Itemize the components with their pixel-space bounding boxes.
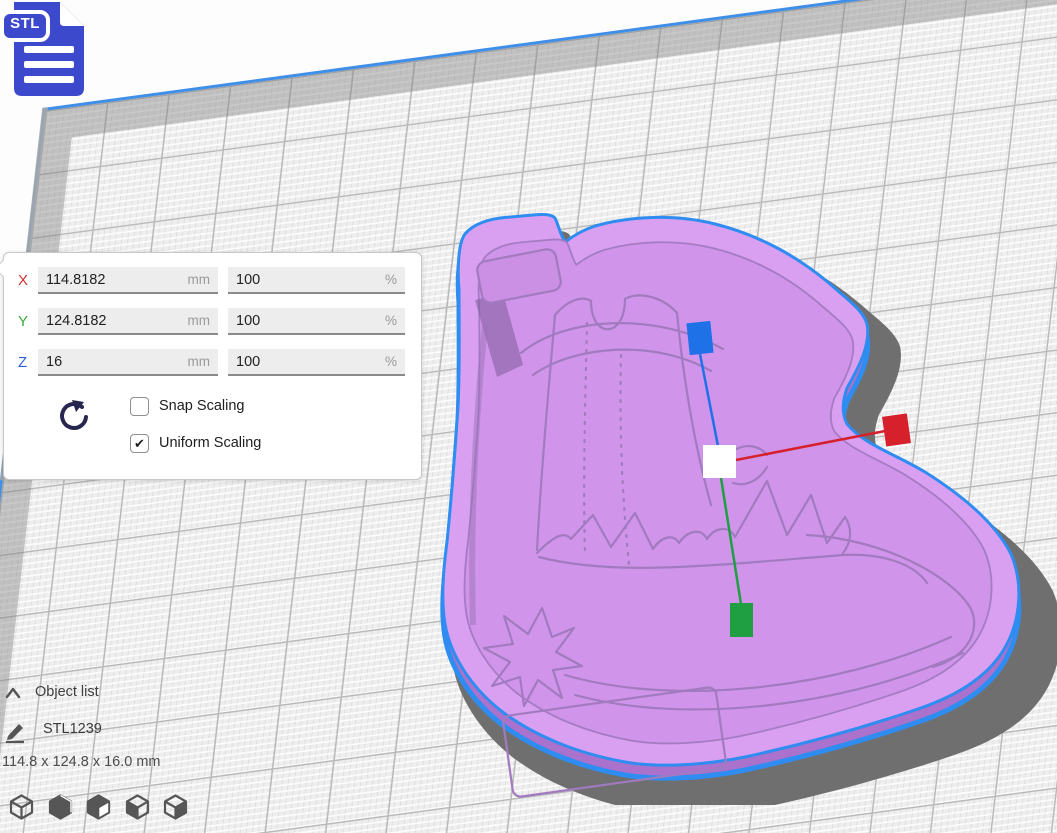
scale-row-z: Z 16 mm 100 %: [18, 349, 407, 376]
x-percent-input[interactable]: 100 %: [228, 267, 405, 294]
view-button-top[interactable]: [85, 793, 112, 821]
y-scale-handle[interactable]: [730, 603, 753, 637]
scale-options: Snap Scaling ✔ Uniform Scaling: [18, 390, 407, 480]
uniform-scaling-checkbox[interactable]: ✔: [130, 434, 149, 453]
model-cavity-floor: [464, 240, 991, 744]
z-percent-unit: %: [385, 354, 397, 369]
view-button-left[interactable]: [124, 793, 151, 821]
uniform-scaling-checkmark: ✔: [134, 437, 145, 450]
z-axis-label: Z: [18, 354, 38, 371]
z-mm-unit: mm: [188, 354, 211, 369]
object-dimensions: 114.8 x 124.8 x 16.0 mm: [2, 754, 161, 770]
collapse-caret-icon[interactable]: [5, 686, 21, 700]
model-cowboy-boot-mold[interactable]: [415, 205, 1057, 805]
x-axis-label: X: [18, 272, 38, 289]
x-percent-value: 100: [236, 272, 260, 288]
cura-prepare-viewport: STL X 114.8182 mm 100 % Y 124.8182 mm: [0, 0, 1057, 833]
stl-badge-label: STL: [4, 15, 46, 32]
x-percent-unit: %: [385, 272, 397, 287]
x-mm-value: 114.8182: [46, 272, 105, 288]
scale-tool-panel: X 114.8182 mm 100 % Y 124.8182 mm 100: [3, 252, 422, 480]
y-axis-label: Y: [18, 313, 38, 330]
scale-row-y: Y 124.8182 mm 100 %: [18, 308, 407, 335]
snap-scaling-label: Snap Scaling: [159, 398, 244, 414]
y-mm-value: 124.8182: [46, 313, 106, 329]
selected-object-name[interactable]: STL1239: [43, 721, 102, 737]
y-percent-input[interactable]: 100 %: [228, 308, 405, 335]
uniform-scaling-option: ✔ Uniform Scaling: [130, 433, 261, 453]
z-mm-value: 16: [46, 354, 62, 370]
reset-scale-button[interactable]: [56, 398, 90, 438]
x-mm-unit: mm: [188, 272, 211, 287]
z-percent-value: 100: [236, 354, 260, 370]
x-mm-input[interactable]: 114.8182 mm: [38, 267, 218, 294]
z-mm-input[interactable]: 16 mm: [38, 349, 218, 376]
snap-scaling-option: Snap Scaling: [130, 396, 244, 416]
uniform-scaling-label: Uniform Scaling: [159, 435, 261, 451]
z-scale-handle[interactable]: [686, 321, 713, 355]
y-mm-unit: mm: [188, 313, 211, 328]
view-button-front[interactable]: [47, 793, 74, 821]
scale-row-x: X 114.8182 mm 100 %: [18, 267, 407, 294]
x-scale-handle[interactable]: [882, 413, 911, 446]
y-mm-input[interactable]: 124.8182 mm: [38, 308, 218, 335]
view-button-right[interactable]: [162, 793, 189, 821]
y-percent-unit: %: [385, 313, 397, 328]
rename-pencil-icon[interactable]: [4, 721, 27, 744]
center-scale-handle[interactable]: [703, 445, 736, 478]
z-percent-input[interactable]: 100 %: [228, 349, 405, 376]
snap-scaling-checkbox[interactable]: [130, 397, 149, 416]
y-percent-value: 100: [236, 313, 260, 329]
view-button-3d[interactable]: [8, 793, 35, 821]
object-list-toggle[interactable]: Object list: [35, 684, 99, 700]
